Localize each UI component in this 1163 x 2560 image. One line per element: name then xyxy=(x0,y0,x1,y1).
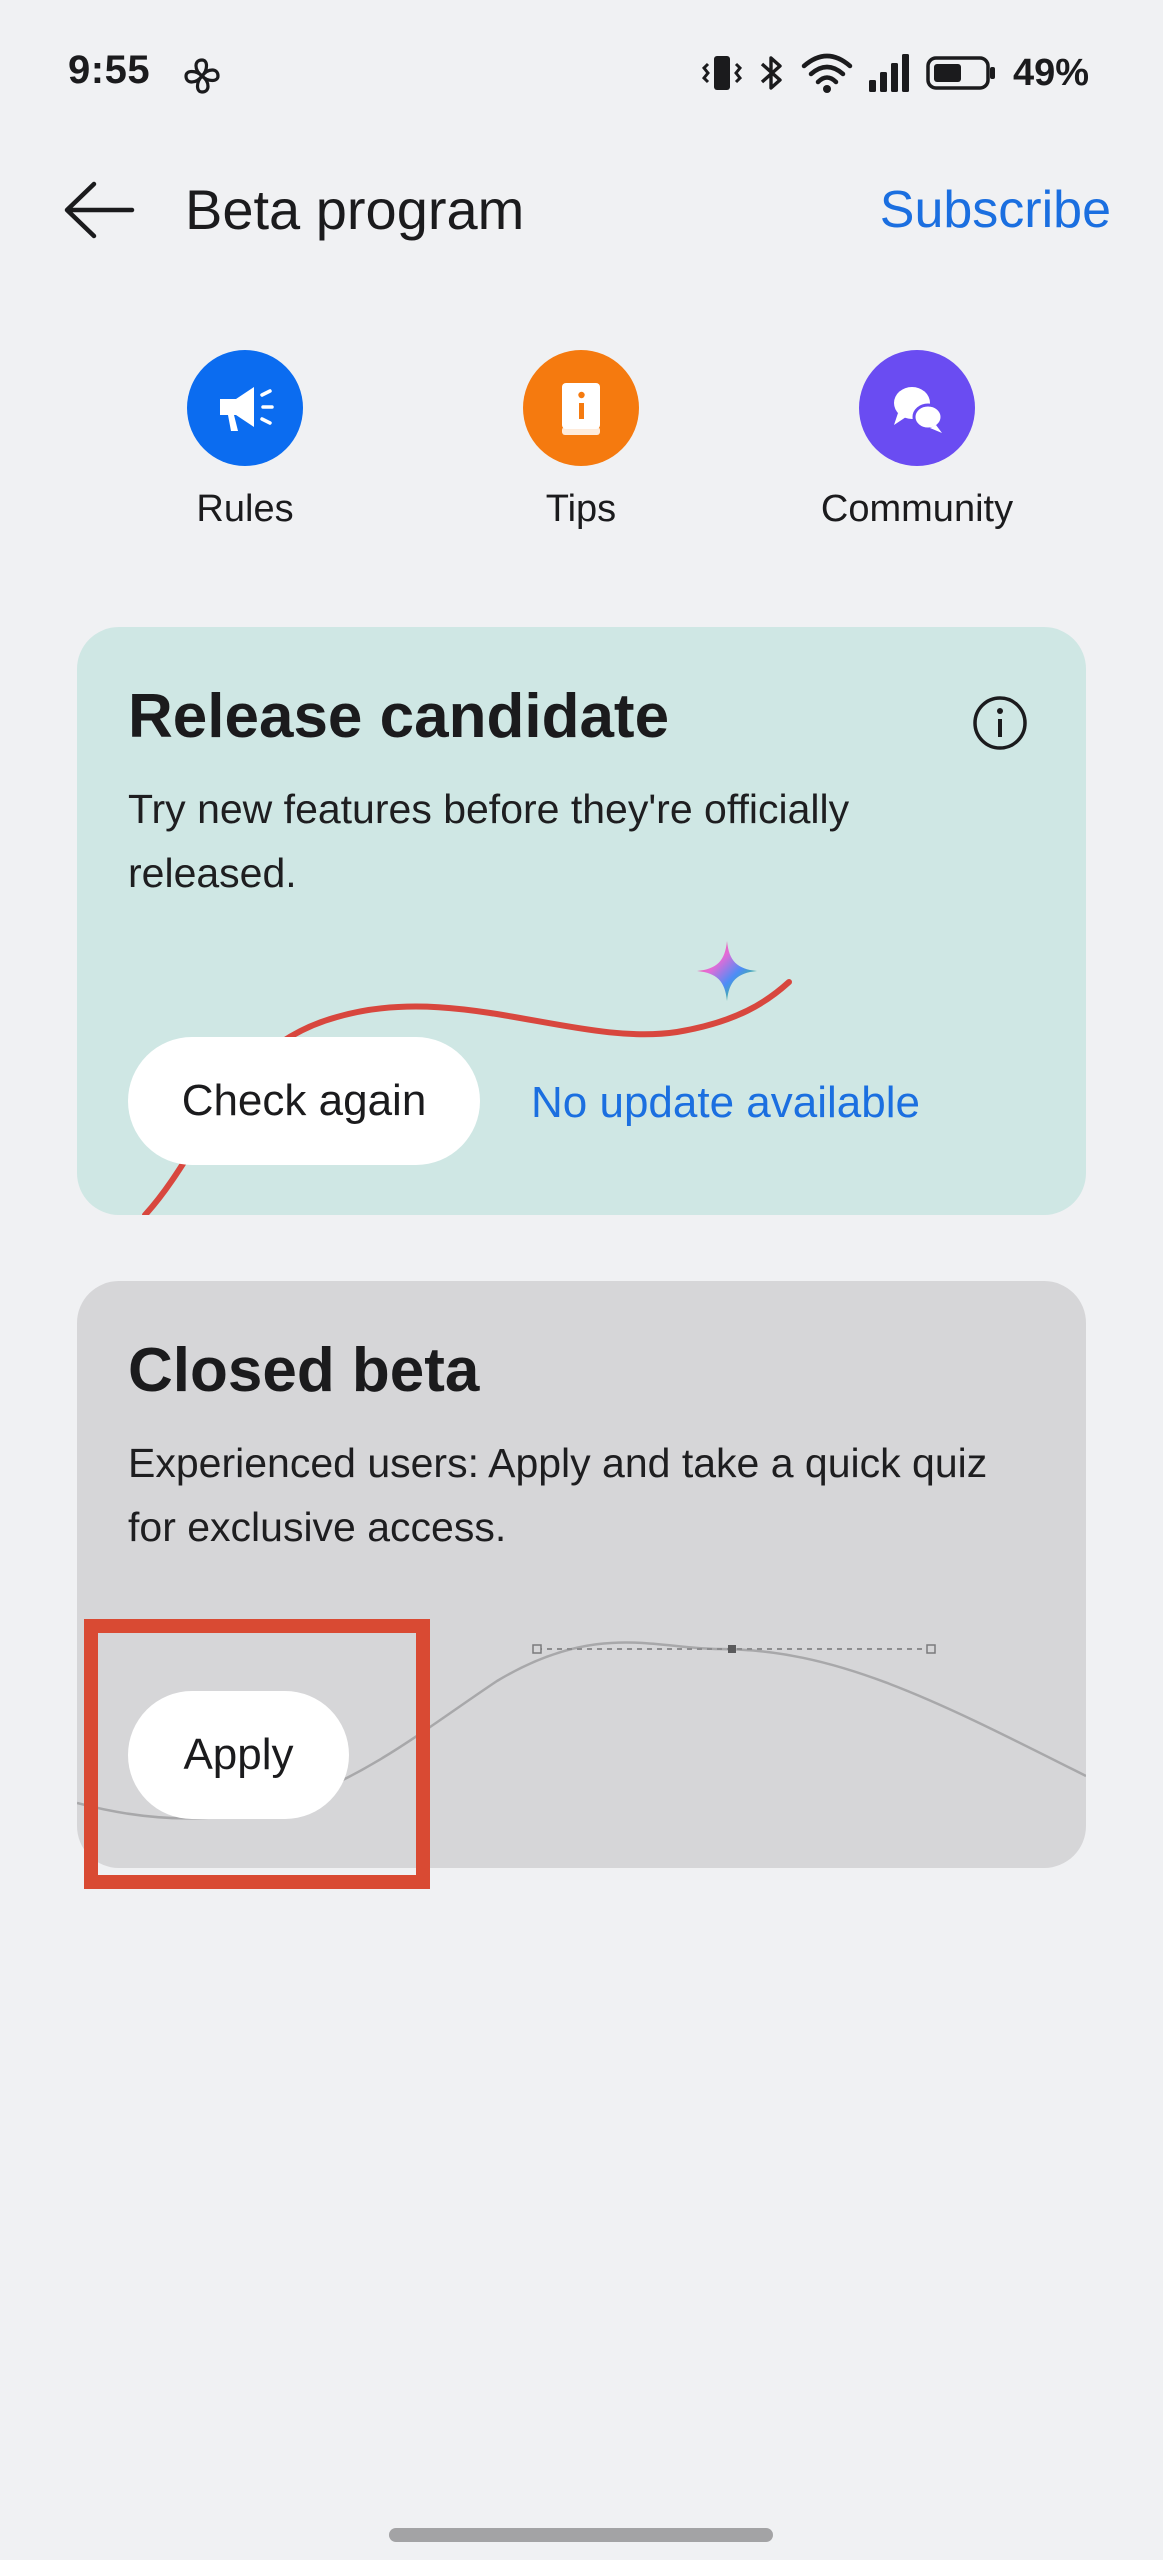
update-status: No update available xyxy=(531,1078,920,1127)
status-time: 9:55 xyxy=(68,48,151,92)
page-title: Beta program xyxy=(185,178,525,241)
community-button[interactable]: Community xyxy=(802,350,1032,531)
sparkle-icon xyxy=(697,941,757,1001)
subscribe-button[interactable]: Subscribe xyxy=(880,172,1111,248)
rules-button[interactable]: Rules xyxy=(130,350,360,531)
closed-beta-description: Experienced users: Apply and take a quic… xyxy=(128,1440,988,1550)
app-bar: Beta program Subscribe xyxy=(0,160,1163,260)
chat-bubbles-icon xyxy=(859,350,975,466)
release-candidate-description: Try new features before they're official… xyxy=(128,786,850,896)
fan-icon xyxy=(184,58,220,94)
release-candidate-card: Release candidate Try new features befor… xyxy=(77,627,1086,1215)
check-again-button[interactable]: Check again xyxy=(128,1037,480,1165)
back-arrow-icon[interactable] xyxy=(62,180,136,240)
release-candidate-title: Release candidate xyxy=(128,682,670,751)
closed-beta-title: Closed beta xyxy=(128,1336,480,1405)
rules-label: Rules xyxy=(196,488,294,530)
tips-button[interactable]: Tips xyxy=(466,350,696,531)
status-icons: 49% xyxy=(701,50,1089,96)
info-icon[interactable] xyxy=(972,695,1028,751)
status-bar: 9:55 49% xyxy=(0,0,1163,150)
battery-icon xyxy=(926,56,995,90)
closed-beta-card: Closed beta Experienced users: Apply and… xyxy=(77,1281,1086,1868)
community-label: Community xyxy=(820,488,1014,530)
tips-label: Tips xyxy=(545,488,617,530)
book-info-icon xyxy=(523,350,639,466)
battery-percent: 49% xyxy=(1012,51,1089,94)
signal-icon xyxy=(868,54,909,92)
wifi-icon xyxy=(801,53,853,93)
apply-button[interactable]: Apply xyxy=(128,1691,349,1819)
vibrate-icon xyxy=(701,56,742,90)
home-indicator[interactable] xyxy=(389,2528,773,2542)
megaphone-icon xyxy=(187,350,303,466)
bluetooth-icon xyxy=(760,56,782,90)
